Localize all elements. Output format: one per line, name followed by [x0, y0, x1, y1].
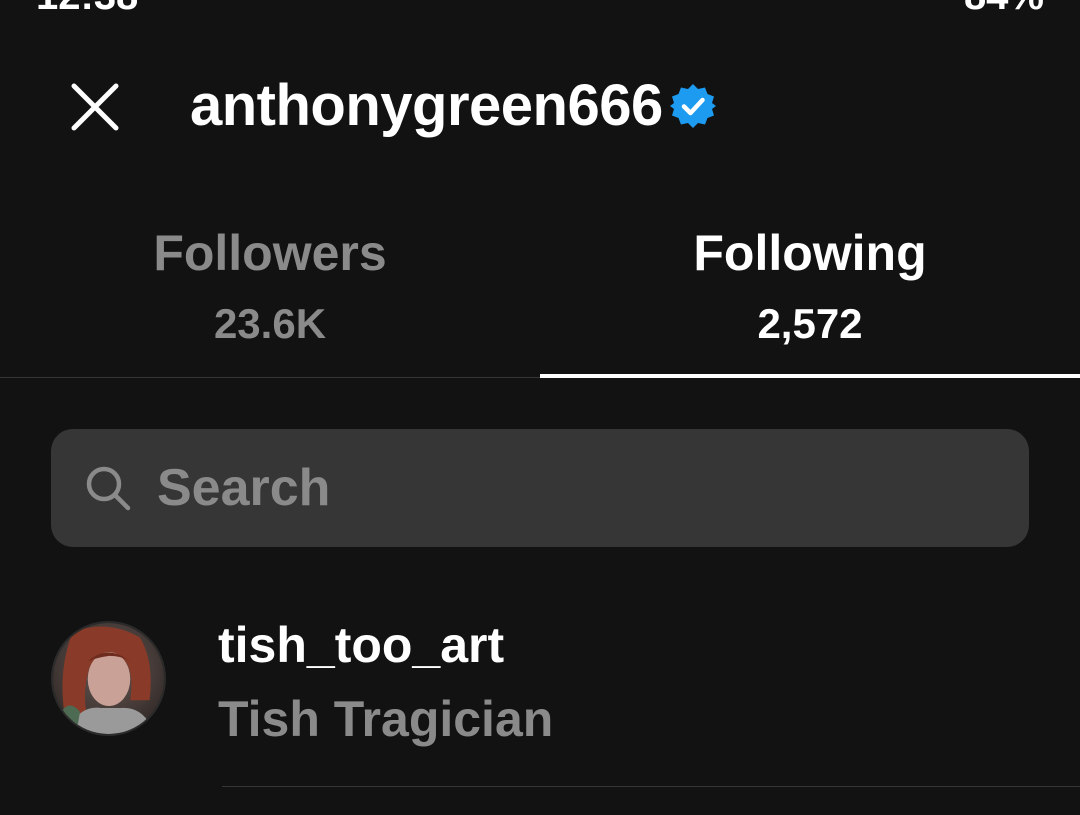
tab-followers[interactable]: Followers 23.6K: [0, 212, 540, 378]
status-battery: 84%: [964, 0, 1044, 19]
active-tab-indicator: [540, 374, 1080, 378]
following-screen: 12:38 84% anthonygreen666 Followers 23.6…: [0, 0, 1080, 815]
search-input[interactable]: [155, 457, 979, 519]
header-title-group: anthonygreen666: [190, 70, 717, 140]
list-divider: [222, 786, 1080, 787]
page-title: anthonygreen666: [190, 72, 663, 138]
verified-badge-icon: [669, 82, 717, 130]
tab-bar: Followers 23.6K Following 2,572: [0, 212, 1080, 378]
tab-following-count: 2,572: [757, 300, 863, 347]
tab-following[interactable]: Following 2,572: [540, 212, 1080, 378]
username: tish_too_art: [218, 617, 505, 673]
tab-following-label: Following: [693, 225, 927, 281]
full-name: Tish Tragician: [218, 691, 554, 747]
list-item[interactable]: tish_too_art Tish Tragician: [0, 598, 1080, 788]
search-icon: [83, 463, 133, 513]
close-button[interactable]: [66, 78, 124, 136]
status-time: 12:38: [36, 0, 138, 19]
close-icon: [71, 83, 119, 131]
tab-followers-count: 23.6K: [213, 300, 327, 347]
tab-followers-label: Followers: [153, 225, 387, 281]
search-bar[interactable]: [51, 429, 1029, 547]
avatar[interactable]: [51, 621, 166, 736]
